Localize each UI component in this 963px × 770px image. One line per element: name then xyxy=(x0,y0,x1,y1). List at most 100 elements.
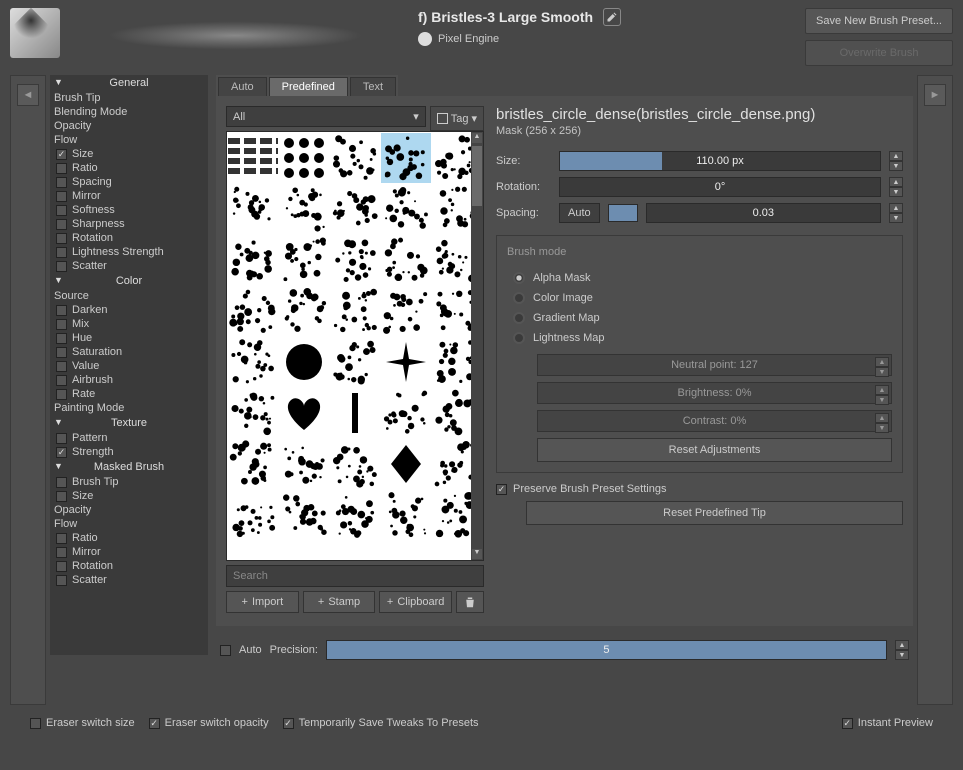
sidebar-check-item[interactable]: Mix xyxy=(50,317,208,331)
precision-spinner[interactable]: ▲▼ xyxy=(895,640,909,660)
spacing-auto[interactable]: Auto xyxy=(559,203,600,223)
sidebar-checkbox[interactable] xyxy=(56,347,67,358)
eraser-opacity-checkbox[interactable] xyxy=(149,718,160,729)
delete-button[interactable] xyxy=(456,591,484,613)
brush-tip-thumbnail[interactable] xyxy=(381,133,431,183)
edit-title-icon[interactable] xyxy=(603,8,621,26)
rotation-spinner[interactable]: ▲▼ xyxy=(889,177,903,197)
brush-mode-option[interactable]: Alpha Mask xyxy=(507,268,892,288)
section-header[interactable]: General xyxy=(50,75,208,91)
section-header[interactable]: Color xyxy=(50,273,208,289)
sidebar-checkbox[interactable] xyxy=(56,205,67,216)
brush-tip-thumbnail[interactable] xyxy=(381,286,431,336)
sidebar-checkbox[interactable] xyxy=(56,375,67,386)
sidebar-check-item[interactable]: Mirror xyxy=(50,545,208,559)
search-input[interactable]: Search xyxy=(226,565,484,587)
sidebar-item[interactable]: Source xyxy=(50,289,208,303)
brush-tip-thumbnail[interactable] xyxy=(228,133,278,183)
brush-tip-thumbnail[interactable] xyxy=(228,439,278,489)
brush-tip-thumbnail[interactable] xyxy=(279,337,329,387)
radio-icon[interactable] xyxy=(513,312,525,324)
brush-tip-thumbnail[interactable] xyxy=(381,235,431,285)
size-spinner[interactable]: ▲▼ xyxy=(889,151,903,171)
save-preset-button[interactable]: Save New Brush Preset... xyxy=(805,8,953,34)
sidebar-check-item[interactable]: Airbrush xyxy=(50,373,208,387)
sidebar-check-item[interactable]: Scatter xyxy=(50,259,208,273)
thumbnail-scrollbar[interactable]: ▲ ▼ xyxy=(471,132,483,560)
sidebar-check-item[interactable]: Rate xyxy=(50,387,208,401)
sidebar-item[interactable]: Opacity xyxy=(50,503,208,517)
rotation-slider[interactable]: 0° xyxy=(559,177,881,197)
sidebar-check-item[interactable]: Pattern xyxy=(50,431,208,445)
import-button[interactable]: + Import xyxy=(226,591,299,613)
sidebar-item[interactable]: Painting Mode xyxy=(50,401,208,415)
sidebar-check-item[interactable]: Mirror xyxy=(50,189,208,203)
radio-icon[interactable] xyxy=(513,292,525,304)
sidebar-checkbox[interactable] xyxy=(56,319,67,330)
brush-tip-thumbnail[interactable] xyxy=(381,337,431,387)
radio-icon[interactable] xyxy=(513,272,525,284)
sidebar-check-item[interactable]: Hue xyxy=(50,331,208,345)
precision-slider[interactable]: 5 xyxy=(326,640,887,660)
section-header[interactable]: Masked Brush xyxy=(50,459,208,475)
sidebar-check-item[interactable]: Ratio xyxy=(50,161,208,175)
brush-tip-thumbnail[interactable] xyxy=(330,388,380,438)
brush-tip-thumbnail[interactable] xyxy=(330,490,380,540)
sidebar-checkbox[interactable] xyxy=(56,433,67,444)
sidebar-item[interactable]: Flow xyxy=(50,133,208,147)
sidebar-check-item[interactable]: Size xyxy=(50,489,208,503)
sidebar-checkbox[interactable] xyxy=(56,561,67,572)
sidebar-checkbox[interactable] xyxy=(56,333,67,344)
sidebar-item[interactable]: Opacity xyxy=(50,119,208,133)
sidebar-checkbox[interactable] xyxy=(56,477,67,488)
sidebar-checkbox[interactable] xyxy=(56,149,67,160)
sidebar-checkbox[interactable] xyxy=(56,247,67,258)
brush-tip-thumbnail[interactable] xyxy=(279,439,329,489)
sidebar-checkbox[interactable] xyxy=(56,233,67,244)
sidebar-check-item[interactable]: Saturation xyxy=(50,345,208,359)
sidebar-checkbox[interactable] xyxy=(56,219,67,230)
brush-tip-thumbnail[interactable] xyxy=(381,388,431,438)
brush-preview-thumbnail[interactable] xyxy=(10,8,60,58)
tab-auto[interactable]: Auto xyxy=(218,77,267,96)
brush-tip-thumbnail[interactable] xyxy=(279,235,329,285)
sidebar-check-item[interactable]: Scatter xyxy=(50,573,208,587)
spacing-mini-slider[interactable] xyxy=(608,204,638,222)
brush-tip-thumbnail[interactable] xyxy=(330,184,380,234)
sidebar-check-item[interactable]: Darken xyxy=(50,303,208,317)
sidebar-checkbox[interactable] xyxy=(56,533,67,544)
category-dropdown[interactable]: All ▾ xyxy=(226,106,426,127)
sidebar-check-item[interactable]: Brush Tip xyxy=(50,475,208,489)
brush-tip-thumbnail[interactable] xyxy=(279,133,329,183)
brush-tip-thumbnail[interactable] xyxy=(228,184,278,234)
brush-tip-thumbnail[interactable] xyxy=(279,388,329,438)
brush-tip-thumbnail[interactable] xyxy=(279,286,329,336)
sidebar-item[interactable]: Blending Mode xyxy=(50,105,208,119)
brush-tip-thumbnail[interactable] xyxy=(279,184,329,234)
tab-text[interactable]: Text xyxy=(350,77,396,96)
clipboard-button[interactable]: + Clipboard xyxy=(379,591,452,613)
brush-tip-thumbnail[interactable] xyxy=(330,133,380,183)
sidebar-item[interactable]: Brush Tip xyxy=(50,91,208,105)
preserve-checkbox[interactable] xyxy=(496,484,507,495)
sidebar-check-item[interactable]: Softness xyxy=(50,203,208,217)
brush-tip-thumbnail[interactable] xyxy=(228,286,278,336)
radio-icon[interactable] xyxy=(513,332,525,344)
brush-tip-thumbnail[interactable] xyxy=(330,439,380,489)
sidebar-check-item[interactable]: Size xyxy=(50,147,208,161)
sidebar-checkbox[interactable] xyxy=(56,447,67,458)
brush-mode-option[interactable]: Lightness Map xyxy=(507,328,892,348)
brush-tip-thumbnail[interactable] xyxy=(228,388,278,438)
brush-tip-thumbnail[interactable] xyxy=(330,286,380,336)
sidebar-checkbox[interactable] xyxy=(56,361,67,372)
reset-adjustments-button[interactable]: Reset Adjustments xyxy=(537,438,892,462)
brush-tip-thumbnail[interactable] xyxy=(381,439,431,489)
brush-tip-thumbnail[interactable] xyxy=(330,337,380,387)
instant-preview-checkbox[interactable] xyxy=(842,718,853,729)
precision-auto-checkbox[interactable] xyxy=(220,645,231,656)
engine-label[interactable]: Pixel Engine xyxy=(438,33,499,45)
brush-tip-thumbnail[interactable] xyxy=(228,337,278,387)
sidebar-checkbox[interactable] xyxy=(56,305,67,316)
sidebar-check-item[interactable]: Spacing xyxy=(50,175,208,189)
eraser-size-checkbox[interactable] xyxy=(30,718,41,729)
